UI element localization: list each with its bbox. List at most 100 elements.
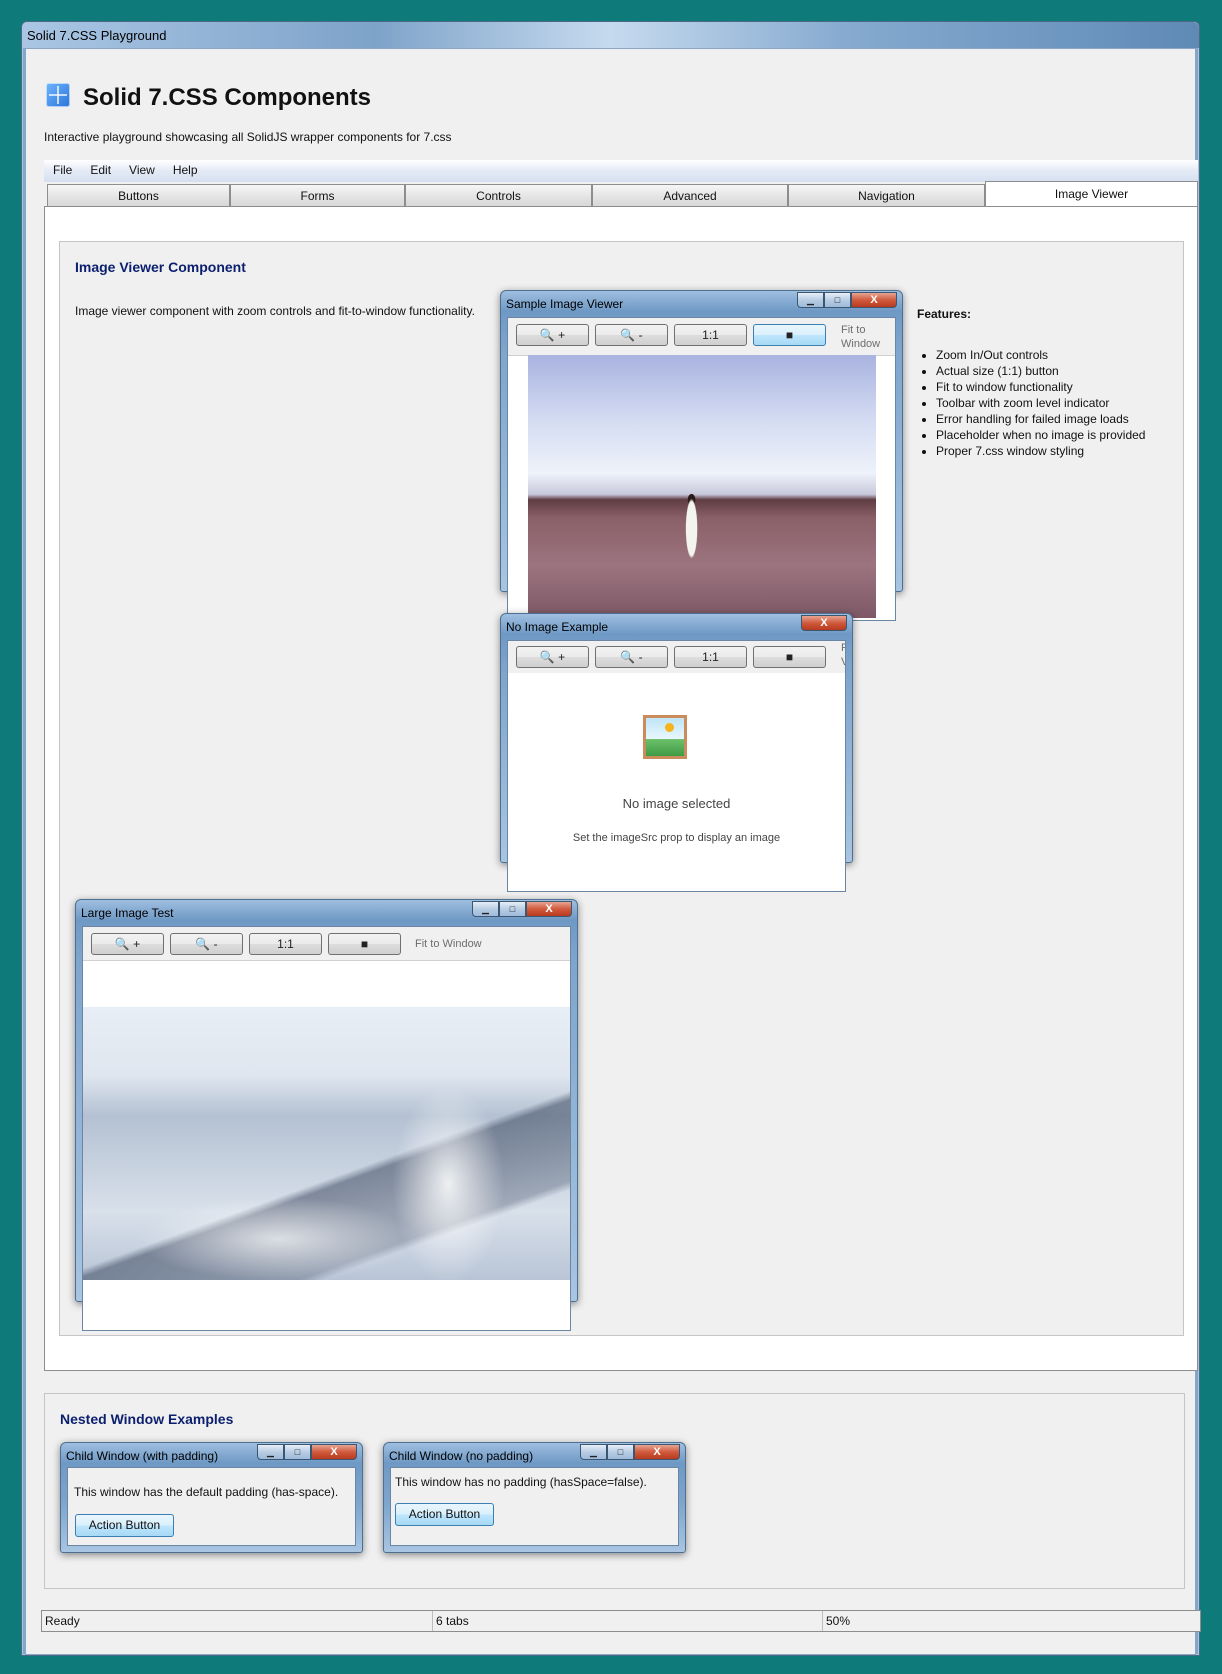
section-description: Image viewer component with zoom control… bbox=[75, 304, 475, 318]
close-button[interactable]: X bbox=[634, 1444, 680, 1460]
minimize-button[interactable]: ▁ bbox=[580, 1444, 607, 1460]
maximize-button[interactable]: □ bbox=[499, 901, 526, 917]
fit-to-window-button[interactable]: ■ bbox=[753, 646, 826, 668]
section-title: Image Viewer Component bbox=[75, 259, 246, 275]
placeholder-area: No image selected Set the imageSrc prop … bbox=[508, 673, 845, 891]
fit-to-window-label: Fit to Window bbox=[415, 938, 482, 950]
menu-edit[interactable]: Edit bbox=[81, 160, 120, 177]
menu-file[interactable]: File bbox=[44, 160, 81, 177]
zoom-in-icon: 🔍 bbox=[539, 650, 555, 664]
zoom-in-button[interactable]: 🔍 + bbox=[516, 646, 589, 668]
status-text: Ready bbox=[45, 1614, 80, 1628]
viewer-body: 🔍 + 🔍 - 1:1 ■ Fit to Window bbox=[507, 317, 896, 621]
fit-to-window-button[interactable]: ■ bbox=[328, 933, 401, 955]
tab-strip: Buttons Forms Controls Advanced Navigati… bbox=[47, 181, 1198, 207]
close-button[interactable]: X bbox=[526, 901, 572, 917]
minimize-button[interactable]: ▁ bbox=[257, 1444, 284, 1460]
menu-help[interactable]: Help bbox=[164, 160, 207, 177]
picture-icon bbox=[643, 715, 687, 759]
minimize-button[interactable]: ▁ bbox=[472, 901, 499, 917]
menu-view[interactable]: View bbox=[120, 160, 164, 177]
viewer-body: 🔍 + 🔍 - 1:1 ■ FV No image selected Set t… bbox=[507, 640, 846, 892]
tab-navigation[interactable]: Navigation bbox=[788, 184, 985, 206]
fit-label-line2: V bbox=[841, 656, 845, 668]
window-title: Child Window (with padding) bbox=[66, 1449, 219, 1463]
maximize-button[interactable]: □ bbox=[607, 1444, 634, 1460]
child-window-padding: Child Window (with padding) ▁ □ X This w… bbox=[60, 1442, 363, 1553]
maximize-button[interactable]: □ bbox=[824, 292, 851, 308]
app-titlebar[interactable]: Solid 7.CSS Playground bbox=[22, 22, 1199, 48]
window-controls: ▁ □ X bbox=[257, 1444, 357, 1461]
feature-item: Proper 7.css window styling bbox=[936, 443, 1145, 459]
features-heading: Features: bbox=[917, 307, 972, 321]
frost-photo bbox=[83, 1007, 570, 1280]
fit-to-window-button[interactable]: ■ bbox=[753, 324, 826, 346]
fit-icon: ■ bbox=[785, 650, 794, 664]
fit-label-line2: Window bbox=[841, 338, 881, 350]
child-body: This window has the default padding (has… bbox=[67, 1467, 356, 1546]
action-button[interactable]: Action Button bbox=[75, 1514, 174, 1537]
viewer-toolbar: 🔍 + 🔍 - 1:1 ■ FV bbox=[508, 641, 845, 674]
sample-image-viewer-window: Sample Image Viewer ▁ □ X 🔍 + 🔍 - 1:1 ■ … bbox=[500, 290, 903, 621]
fit-label-line1: F bbox=[841, 642, 845, 654]
maximize-button[interactable]: □ bbox=[284, 1444, 311, 1460]
window-controls: ▁ □ X bbox=[797, 292, 897, 309]
zoom-out-button[interactable]: 🔍 - bbox=[595, 646, 668, 668]
features-panel: Features: Zoom In/Out controls Actual si… bbox=[917, 307, 1145, 459]
desert-photo bbox=[528, 355, 876, 618]
zoom-in-icon: 🔍 bbox=[539, 328, 555, 342]
no-image-message: No image selected bbox=[622, 796, 731, 811]
zoom-in-label: + bbox=[558, 650, 566, 664]
no-image-hint: Set the imageSrc prop to display an imag… bbox=[572, 832, 781, 844]
page-title: Solid 7.CSS Components bbox=[83, 84, 372, 111]
zoom-out-button[interactable]: 🔍 - bbox=[170, 933, 243, 955]
no-image-window: No Image Example X 🔍 + 🔍 - 1:1 ■ FV No i… bbox=[500, 613, 853, 892]
tab-advanced[interactable]: Advanced bbox=[592, 184, 788, 206]
feature-item: Error handling for failed image loads bbox=[936, 411, 1145, 427]
action-button[interactable]: Action Button bbox=[395, 1503, 494, 1526]
viewer-toolbar: 🔍 + 🔍 - 1:1 ■ Fit to Window bbox=[508, 318, 895, 356]
close-button[interactable]: X bbox=[311, 1444, 357, 1460]
tab-controls[interactable]: Controls bbox=[405, 184, 592, 206]
statusbar: Ready 6 tabs 50% bbox=[41, 1610, 1201, 1632]
minimize-button[interactable]: ▁ bbox=[797, 292, 824, 308]
close-button[interactable]: X bbox=[801, 615, 847, 631]
close-button[interactable]: X bbox=[851, 292, 897, 308]
menubar: File Edit View Help bbox=[44, 160, 1198, 182]
zoom-in-label: + bbox=[133, 937, 141, 951]
fit-icon: ■ bbox=[360, 937, 369, 951]
feature-item: Actual size (1:1) button bbox=[936, 363, 1145, 379]
zoom-out-label: - bbox=[213, 937, 218, 951]
feature-item: Fit to window functionality bbox=[936, 379, 1145, 395]
viewer-toolbar: 🔍 + 🔍 - 1:1 ■ Fit to Window bbox=[83, 927, 570, 961]
fit-label-line1: Fit to bbox=[841, 324, 866, 336]
feature-item: Toolbar with zoom level indicator bbox=[936, 395, 1145, 411]
child-text: This window has no padding (hasSpace=fal… bbox=[395, 1475, 647, 1489]
window-controls: ▁ □ X bbox=[472, 901, 572, 918]
zoom-in-icon: 🔍 bbox=[114, 937, 130, 951]
zoom-out-button[interactable]: 🔍 - bbox=[595, 324, 668, 346]
child-text: This window has the default padding (has… bbox=[74, 1485, 339, 1499]
actual-size-button[interactable]: 1:1 bbox=[674, 646, 747, 668]
large-image-window: Large Image Test ▁ □ X 🔍 + 🔍 - 1:1 ■ Fit… bbox=[75, 899, 578, 1331]
zoom-in-button[interactable]: 🔍 + bbox=[91, 933, 164, 955]
zoom-out-icon: 🔍 bbox=[195, 937, 211, 951]
feature-item: Zoom In/Out controls bbox=[936, 347, 1145, 363]
actual-size-button[interactable]: 1:1 bbox=[674, 324, 747, 346]
tab-image-viewer[interactable]: Image Viewer bbox=[985, 181, 1198, 207]
tab-forms[interactable]: Forms bbox=[230, 184, 405, 206]
fit-to-window-label: Fit to Window bbox=[841, 323, 880, 351]
child-body: This window has no padding (hasSpace=fal… bbox=[390, 1467, 679, 1546]
zoom-in-button[interactable]: 🔍 + bbox=[516, 324, 589, 346]
window-controls: ▁ □ X bbox=[580, 1444, 680, 1461]
tab-buttons[interactable]: Buttons bbox=[47, 184, 230, 206]
page-subtitle: Interactive playground showcasing all So… bbox=[44, 130, 452, 144]
actual-size-button[interactable]: 1:1 bbox=[249, 933, 322, 955]
zoom-in-label: + bbox=[558, 328, 566, 342]
window-title: No Image Example bbox=[506, 620, 609, 634]
status-tabs-count: 6 tabs bbox=[432, 1611, 822, 1631]
viewer-body: 🔍 + 🔍 - 1:1 ■ Fit to Window bbox=[82, 926, 571, 1331]
child-window-no-padding: Child Window (no padding) ▁ □ X This win… bbox=[383, 1442, 686, 1553]
features-list: Zoom In/Out controls Actual size (1:1) b… bbox=[917, 347, 1145, 459]
zoom-out-label: - bbox=[638, 650, 643, 664]
